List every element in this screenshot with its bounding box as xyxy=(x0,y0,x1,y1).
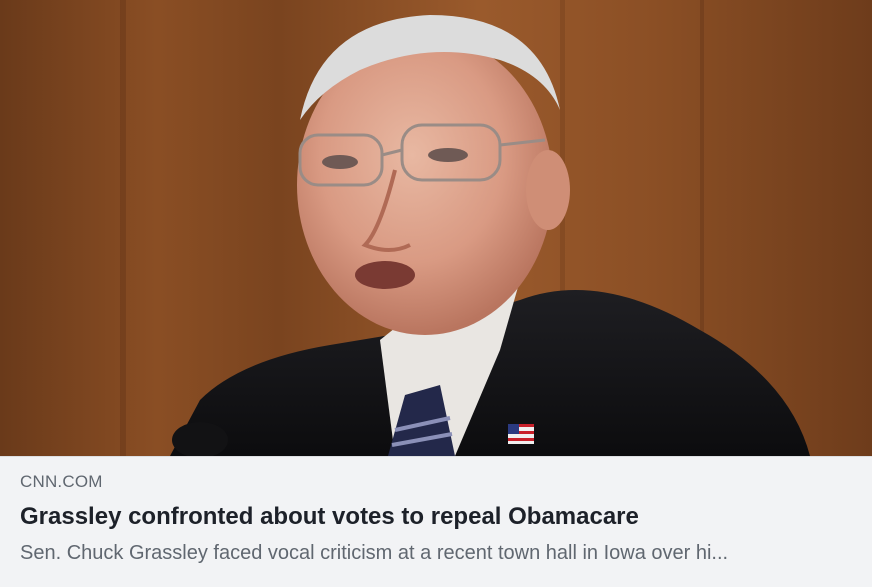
link-preview-card[interactable]: CNN.COM Grassley confronted about votes … xyxy=(0,0,872,587)
flag-pin-icon xyxy=(508,424,534,444)
link-preview-image[interactable] xyxy=(0,0,872,456)
link-title[interactable]: Grassley confronted about votes to repea… xyxy=(20,502,852,532)
link-source-domain: CNN.COM xyxy=(20,472,103,491)
link-description: Sen. Chuck Grassley faced vocal criticis… xyxy=(20,542,729,564)
portrait-illustration xyxy=(120,0,810,456)
link-preview-meta[interactable]: CNN.COM Grassley confronted about votes … xyxy=(0,456,872,587)
